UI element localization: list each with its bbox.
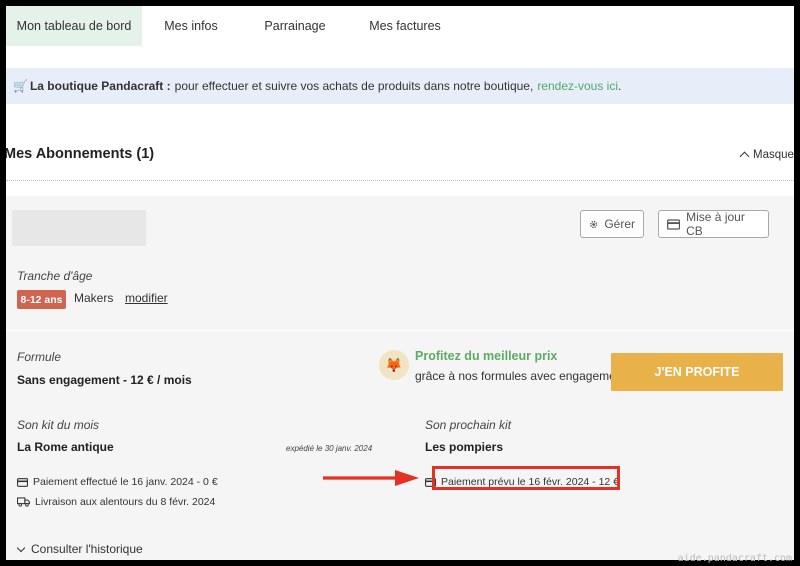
card-separator	[6, 330, 794, 331]
shipped-date: expédié le 30 janv. 2024	[286, 444, 373, 453]
promo-text: grâce à nos formules avec engagement	[415, 369, 626, 383]
tab-my-info[interactable]: Mes infos	[142, 6, 240, 46]
current-kit-label: Son kit du mois	[17, 418, 100, 432]
divider	[6, 180, 794, 181]
truck-icon	[17, 497, 30, 507]
tab-bar: Mon tableau de bord Mes infos Parrainage…	[6, 6, 794, 46]
promo-title: Profitez du meilleur prix	[415, 349, 558, 363]
update-card-button-label: Mise à jour CB	[686, 210, 745, 238]
promo-cta-button[interactable]: J'EN PROFITE	[611, 353, 783, 391]
formula-value: Sans engagement - 12 € / mois	[17, 373, 192, 387]
age-range-label: Tranche d'âge	[17, 269, 93, 283]
fox-icon: 🦊	[379, 350, 409, 380]
child-name-placeholder	[12, 210, 146, 246]
app-frame: Mon tableau de bord Mes infos Parrainage…	[6, 6, 794, 560]
next-kit-value: Les pompiers	[425, 440, 504, 454]
history-label: Consulter l'historique	[31, 542, 143, 556]
delivery-info: Livraison aux alentours du 8 févr. 2024	[17, 496, 215, 508]
tab-invoices[interactable]: Mes factures	[350, 6, 460, 46]
credit-card-icon	[667, 218, 681, 230]
modify-link[interactable]: modifier	[125, 291, 168, 305]
subscription-card: Gérer Mise à jour CB Tranche d'âge 8-12 …	[6, 196, 794, 560]
delivery-text: Livraison aux alentours du 8 févr. 2024	[35, 496, 216, 508]
tab-referral[interactable]: Parrainage	[240, 6, 350, 46]
shop-link[interactable]: rendez-vous ici	[537, 79, 618, 93]
tab-dashboard[interactable]: Mon tableau de bord	[6, 6, 142, 46]
current-kit-value: La Rome antique	[17, 440, 114, 454]
annotation-arrow-icon	[323, 470, 419, 486]
subscriptions-title: Mes Abonnements (1)	[6, 146, 155, 162]
manage-button[interactable]: Gérer	[580, 210, 644, 238]
formula-label: Formule	[17, 350, 62, 364]
chevron-up-icon	[739, 151, 750, 162]
update-card-button[interactable]: Mise à jour CB	[658, 210, 769, 238]
past-payment: Paiement effectué le 16 janv. 2024 - 0 €	[17, 476, 218, 488]
age-badge: 8-12 ans	[17, 290, 66, 309]
gear-icon	[590, 220, 598, 228]
past-payment-text: Paiement effectué le 16 janv. 2024 - 0 €	[33, 476, 218, 488]
history-toggle[interactable]: Consulter l'historique	[16, 542, 143, 556]
next-kit-label: Son prochain kit	[425, 418, 512, 432]
cart-icon: 🛒	[13, 79, 28, 93]
chevron-down-icon	[16, 543, 26, 552]
annotation-highlight-box	[432, 466, 620, 490]
watermark: aide.pandacraft.com	[677, 553, 792, 564]
manage-button-label: Gérer	[604, 217, 635, 231]
shop-banner: 🛒 La boutique Pandacraft : pour effectue…	[6, 68, 794, 104]
product-line: Makers	[74, 291, 114, 305]
hide-toggle[interactable]: Masquer	[739, 149, 794, 162]
credit-card-icon	[17, 477, 28, 487]
hide-toggle-label: Masquer	[753, 149, 794, 161]
banner-text: pour effectuer et suivre vos achats de p…	[174, 79, 534, 93]
banner-end: .	[618, 79, 622, 93]
banner-title: La boutique Pandacraft :	[29, 79, 171, 93]
